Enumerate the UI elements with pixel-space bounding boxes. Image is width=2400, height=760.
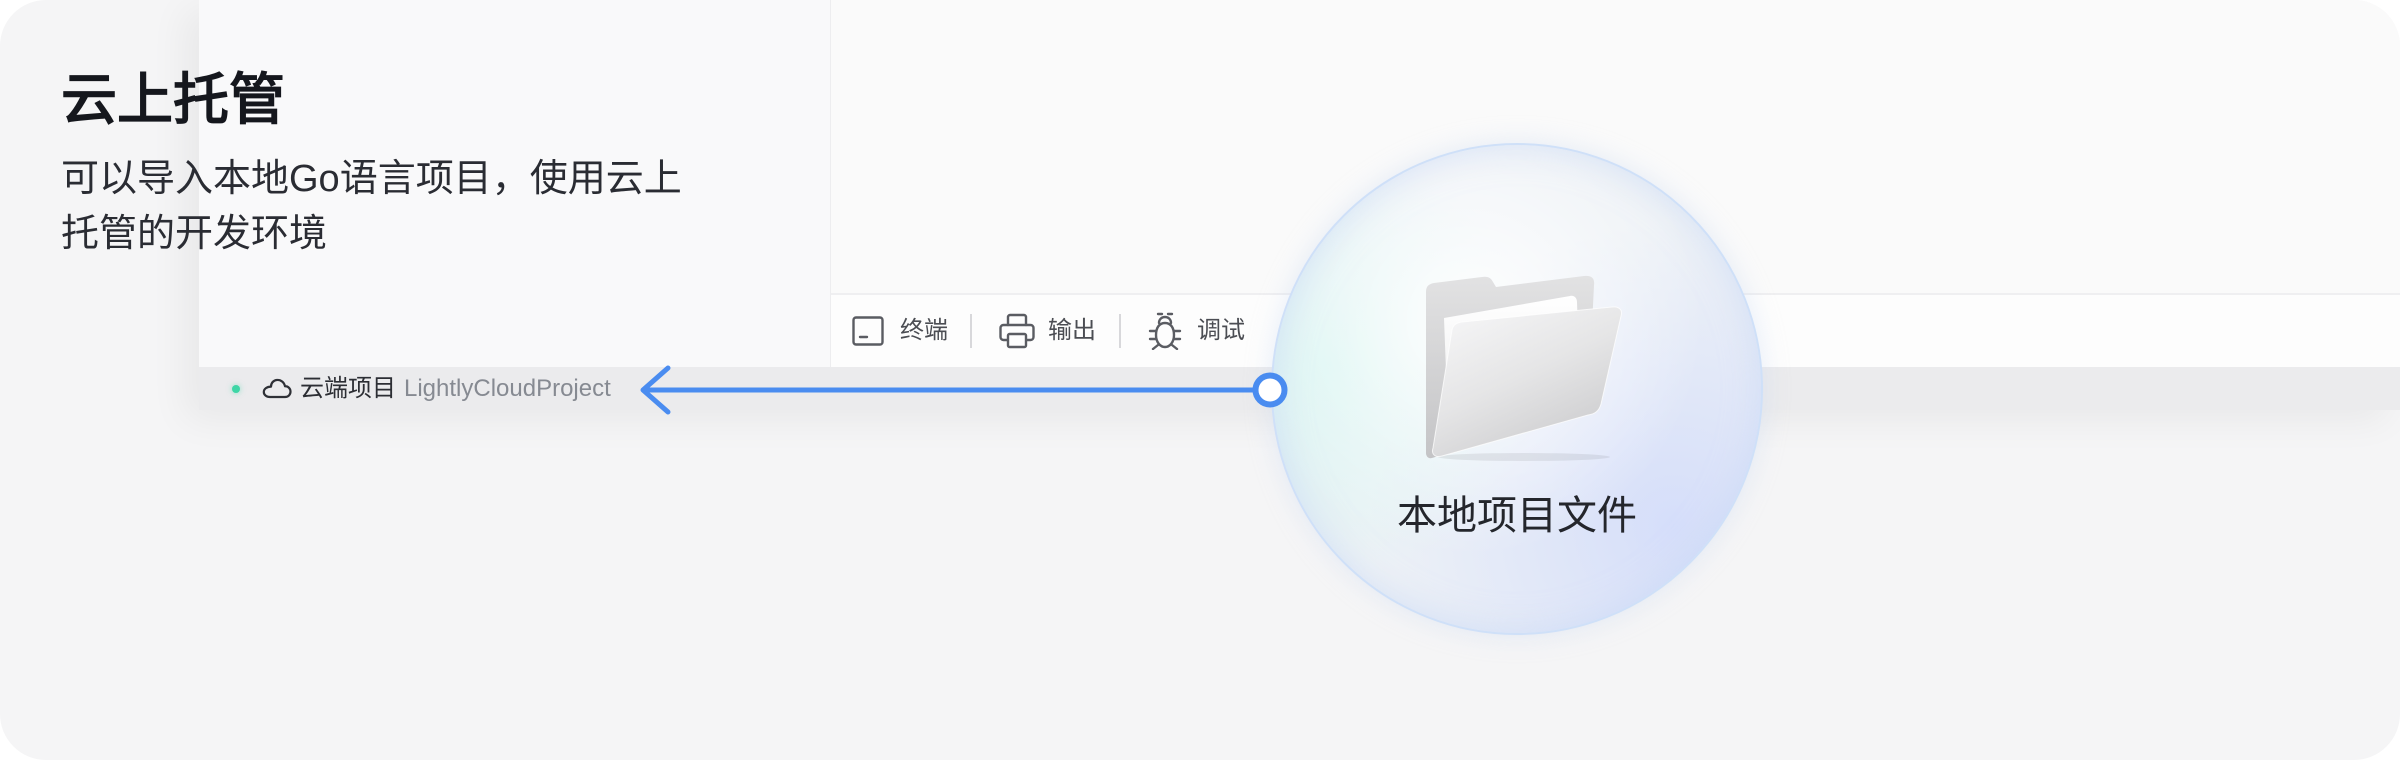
local-files-bubble: 本地项目文件 bbox=[1271, 143, 1763, 635]
terminal-icon bbox=[852, 316, 884, 346]
printer-icon bbox=[999, 313, 1035, 349]
tab-label: 终端 bbox=[900, 317, 948, 344]
subtitle-line: 可以导入本地Go语言项目，使用云上 bbox=[61, 158, 682, 200]
cloud-icon bbox=[262, 378, 292, 399]
tab-terminal[interactable]: 终端 bbox=[852, 295, 948, 367]
folder-shadow bbox=[1438, 453, 1610, 461]
tab-divider bbox=[1119, 314, 1121, 348]
subtitle-line: 托管的开发环境 bbox=[61, 213, 328, 255]
tab-debug[interactable]: 调试 bbox=[1148, 295, 1245, 367]
status-project-item[interactable]: 云端项目 LightlyCloudProject bbox=[199, 367, 639, 410]
import-arrow bbox=[640, 365, 1288, 415]
local-files-label: 本地项目文件 bbox=[1397, 494, 1637, 538]
tab-output[interactable]: 输出 bbox=[998, 295, 1096, 367]
folder-front bbox=[1432, 306, 1622, 457]
folder-icon bbox=[1426, 275, 1622, 461]
tab-divider bbox=[970, 314, 972, 348]
page-subtitle: 可以导入本地Go语言项目，使用云上 托管的开发环境 bbox=[61, 152, 682, 262]
project-name: LightlyCloudProject bbox=[404, 375, 611, 402]
tab-label: 调试 bbox=[1197, 317, 1245, 344]
page-title: 云上托管 bbox=[61, 68, 285, 131]
arrow-origin-ring bbox=[1252, 372, 1288, 408]
hero-card: 终端 输出 调试 云端项目 LightlyCloudProject 云上托管 可… bbox=[0, 0, 2400, 760]
bug-icon bbox=[1148, 312, 1182, 350]
project-type-label: 云端项目 bbox=[300, 375, 396, 402]
connection-status-dot bbox=[232, 385, 240, 393]
tab-label: 输出 bbox=[1048, 317, 1096, 344]
